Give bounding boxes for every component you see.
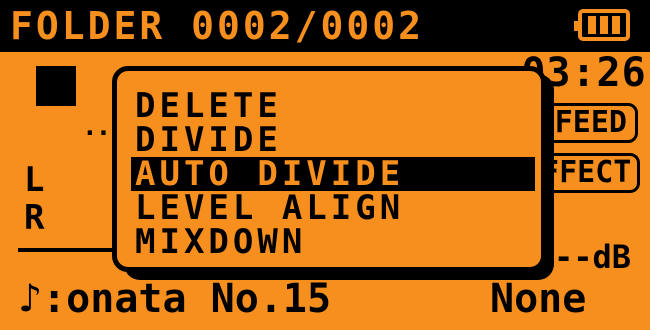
menu-item-level-align[interactable]: LEVEL ALIGN: [131, 191, 535, 225]
folder-title: FOLDER 0002/0002: [10, 4, 425, 48]
menu-item-delete[interactable]: DELETE: [131, 89, 535, 123]
stop-icon: [36, 66, 76, 106]
battery-bar: [612, 16, 620, 34]
status-value: None: [490, 276, 587, 322]
menu-item-divide[interactable]: DIVIDE: [131, 123, 535, 157]
title-bar: FOLDER 0002/0002: [0, 0, 650, 52]
edit-menu: DELETE DIVIDE AUTO DIVIDE LEVEL ALIGN MI…: [112, 66, 546, 272]
music-note-icon: ♪: [18, 276, 43, 322]
battery-icon: [574, 9, 630, 41]
menu-item-mixdown[interactable]: MIXDOWN: [131, 225, 535, 259]
level-meter-baseline: [18, 248, 118, 252]
level-readout: --dB: [554, 238, 632, 276]
track-name-row: ♪:onata No.15: [18, 276, 331, 322]
battery-bar: [588, 16, 596, 34]
track-name: :onata No.15: [42, 276, 332, 322]
menu-item-auto-divide[interactable]: AUTO DIVIDE: [131, 157, 535, 191]
channel-left-label: L: [24, 160, 45, 200]
channel-right-label: R: [24, 198, 45, 238]
battery-bar: [600, 16, 608, 34]
